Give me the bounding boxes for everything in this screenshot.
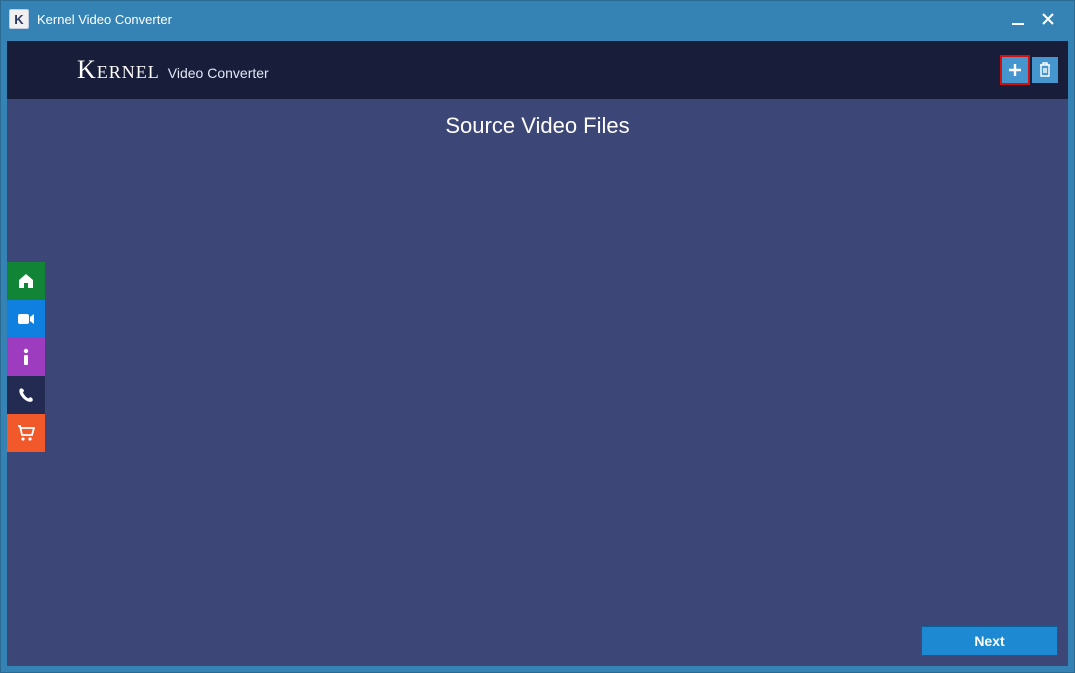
add-files-button[interactable] bbox=[1002, 57, 1028, 83]
close-button[interactable] bbox=[1040, 11, 1056, 27]
window-title: Kernel Video Converter bbox=[37, 12, 172, 27]
app-header: Kernel Video Converter bbox=[7, 41, 1068, 99]
minimize-icon bbox=[1012, 23, 1024, 25]
sidebar-item-buy[interactable] bbox=[7, 414, 45, 452]
next-button[interactable]: Next bbox=[921, 626, 1058, 656]
info-icon bbox=[22, 348, 30, 366]
video-icon bbox=[17, 312, 35, 326]
window-controls bbox=[1010, 11, 1066, 27]
delete-files-button[interactable] bbox=[1032, 57, 1058, 83]
next-button-label: Next bbox=[974, 633, 1004, 649]
side-nav bbox=[7, 262, 45, 452]
footer: Next bbox=[7, 616, 1068, 666]
sidebar-item-info[interactable] bbox=[7, 338, 45, 376]
title-bar-left: K Kernel Video Converter bbox=[9, 9, 172, 29]
app-logo-icon: K bbox=[9, 9, 29, 29]
inner-content: Kernel Video Converter Source Video File… bbox=[1, 37, 1074, 672]
cart-icon bbox=[17, 425, 35, 441]
header-actions bbox=[1002, 57, 1058, 83]
home-icon bbox=[17, 273, 35, 289]
trash-icon bbox=[1038, 62, 1052, 78]
plus-icon bbox=[1008, 63, 1022, 77]
brand-subtitle: Video Converter bbox=[168, 65, 269, 81]
brand-main: Kernel bbox=[77, 55, 160, 85]
sidebar-item-support[interactable] bbox=[7, 376, 45, 414]
sidebar-item-home[interactable] bbox=[7, 262, 45, 300]
main-area: Source Video Files bbox=[7, 99, 1068, 616]
phone-icon bbox=[18, 387, 34, 403]
app-window: K Kernel Video Converter Kernel Video Co… bbox=[0, 0, 1075, 673]
section-title: Source Video Files bbox=[7, 113, 1068, 139]
sidebar-item-video[interactable] bbox=[7, 300, 45, 338]
title-bar: K Kernel Video Converter bbox=[1, 1, 1074, 37]
minimize-button[interactable] bbox=[1010, 11, 1026, 27]
close-icon bbox=[1042, 13, 1054, 25]
brand: Kernel Video Converter bbox=[77, 55, 269, 85]
